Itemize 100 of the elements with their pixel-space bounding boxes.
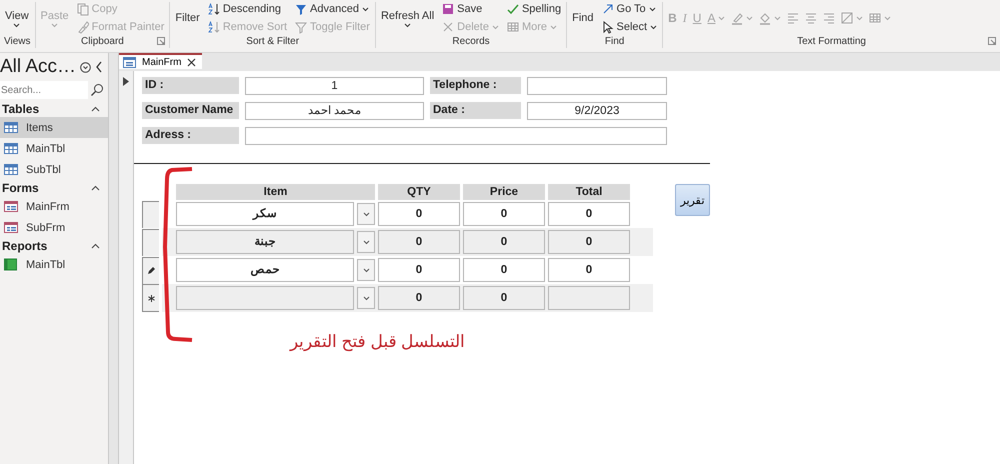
caret-icon: [362, 6, 369, 12]
caret-icon: [650, 24, 658, 30]
caret-icon: [884, 16, 892, 20]
nav-item[interactable]: SubTbl: [0, 159, 108, 180]
dropdown-button[interactable]: [357, 231, 375, 253]
input-field[interactable]: 1: [245, 77, 424, 95]
save-icon: [442, 2, 454, 16]
delete-icon: [442, 20, 454, 34]
ribbon-button[interactable]: Select: [600, 20, 658, 34]
close-icon[interactable]: [187, 58, 196, 66]
caret-icon: [856, 16, 864, 20]
section-header[interactable]: Forms: [0, 180, 108, 196]
group-label: Views: [4, 36, 30, 46]
record-selector[interactable]: [142, 284, 159, 312]
chevron-up-icon: [91, 185, 100, 191]
nav-item[interactable]: SubFrm: [0, 217, 108, 238]
table-cell[interactable]: 0: [378, 230, 460, 254]
table-cell[interactable]: 0: [378, 202, 460, 226]
dialog-launcher-icon[interactable]: [157, 37, 166, 45]
document-tab[interactable]: MainFrm: [119, 53, 202, 69]
ribbon-button[interactable]: Filter: [174, 2, 201, 34]
caret-icon: [362, 212, 370, 216]
caret-icon: [13, 22, 20, 28]
combo-field[interactable]: حمص: [176, 258, 354, 282]
table-cell[interactable]: 0: [463, 286, 545, 310]
caret-icon: [362, 296, 370, 300]
search-field[interactable]: Search...: [0, 81, 88, 99]
nav-item[interactable]: MainFrm: [0, 196, 108, 217]
table-cell[interactable]: 0: [463, 230, 545, 254]
table-cell[interactable]: 0: [378, 286, 460, 310]
ribbon-button[interactable]: View: [4, 2, 30, 34]
table-cell[interactable]: 0: [378, 258, 460, 282]
report-icon: [4, 258, 18, 271]
funnel-icon: [295, 20, 308, 34]
table-cell[interactable]: 0: [548, 258, 630, 282]
caret-icon: [746, 16, 754, 20]
dropdown-button[interactable]: [357, 259, 375, 281]
field-label: Adress :: [142, 127, 239, 144]
collapse-chevron-icon[interactable]: [95, 61, 104, 73]
input-field[interactable]: [245, 127, 667, 145]
caret-icon: [550, 24, 558, 30]
field-label: ID :: [142, 77, 239, 94]
dropdown-circle-icon[interactable]: [80, 62, 92, 72]
combo-field[interactable]: [176, 286, 354, 310]
filter-icon: [295, 2, 308, 16]
field-label: Date :: [430, 102, 521, 119]
section-header[interactable]: Tables: [0, 101, 108, 117]
nav-item[interactable]: Items: [0, 117, 108, 138]
ribbon-button[interactable]: Save: [441, 2, 500, 16]
table-cell[interactable]: [548, 286, 630, 310]
report-button[interactable]: تقرير: [675, 184, 710, 216]
ribbon-button[interactable]: Find: [571, 2, 595, 34]
ribbon-button[interactable]: Advanced: [294, 2, 371, 16]
dropdown-button[interactable]: [357, 203, 375, 225]
input-field[interactable]: محمد احمد: [245, 102, 424, 120]
align-center-icon: [805, 12, 818, 24]
chevron-up-icon: [91, 243, 100, 249]
annotation-text: التسلسل قبل فتح التقرير: [290, 331, 466, 352]
ribbon-button[interactable]: Spelling: [506, 2, 562, 16]
input-field[interactable]: [527, 77, 667, 95]
field-label: Customer Name: [142, 102, 239, 119]
nav-item[interactable]: MainTbl: [0, 254, 108, 275]
table-icon: [506, 20, 519, 34]
pane-title[interactable]: All Acc…: [0, 56, 76, 78]
caret-icon: [362, 240, 370, 244]
form-icon: [4, 221, 18, 234]
table-cell[interactable]: 0: [548, 230, 630, 254]
caret-icon: [51, 22, 58, 28]
input-field[interactable]: 9/2/2023: [527, 102, 667, 120]
table-cell[interactable]: 0: [463, 258, 545, 282]
section-header[interactable]: Reports: [0, 238, 108, 254]
dialog-launcher-icon[interactable]: [988, 37, 996, 45]
group-label: Sort & Filter: [246, 36, 300, 46]
asterisk-icon: [148, 294, 154, 302]
caret-icon: [774, 16, 782, 20]
column-header: Item: [176, 184, 375, 200]
combo-field[interactable]: جبنة: [176, 230, 354, 254]
group-label: Records: [452, 36, 490, 46]
dropdown-button[interactable]: [357, 287, 375, 309]
table-cell[interactable]: 0: [548, 202, 630, 226]
table-icon: [4, 163, 18, 176]
paint-bucket-icon: [759, 12, 772, 24]
record-selector-arrow-icon[interactable]: [123, 77, 129, 86]
group-label: Text Formatting: [797, 36, 866, 46]
combo-field[interactable]: سكر: [176, 202, 354, 226]
ribbon-button[interactable]: Descending: [206, 2, 288, 16]
highlighter-icon: [731, 12, 744, 24]
table-cell[interactable]: 0: [463, 202, 545, 226]
column-header: Price: [463, 184, 545, 200]
ribbon-button[interactable]: Go To: [600, 2, 658, 16]
checkmark-icon: [506, 2, 519, 16]
caret-icon: [362, 268, 370, 272]
search-icon[interactable]: [90, 83, 104, 97]
record-selector[interactable]: [142, 256, 159, 284]
ribbon-button[interactable]: Refresh All: [380, 2, 436, 34]
column-header: QTY: [378, 184, 460, 200]
sort-icon: [208, 20, 220, 34]
pointer-icon: [602, 20, 614, 34]
nav-item[interactable]: MainTbl: [0, 138, 108, 159]
brush-icon: [76, 20, 89, 34]
